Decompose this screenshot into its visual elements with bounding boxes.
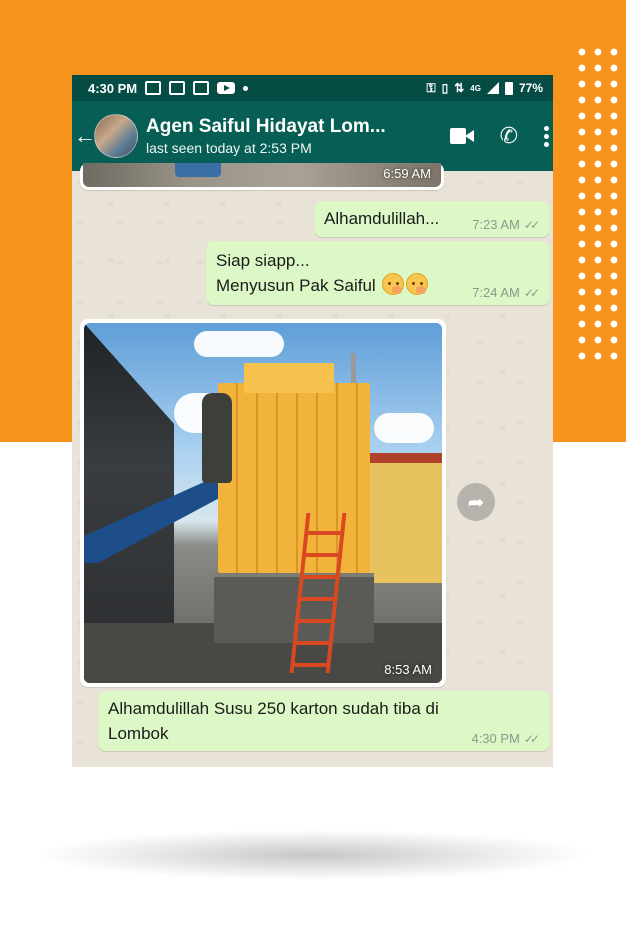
vibrate-icon: ▯: [441, 81, 449, 95]
mosque-notification-icon-2: [193, 81, 210, 95]
chat-screen: 4:30 PM ⚿ ▯ ⇅ 4G 77% ← Agen Saiful Hiday…: [72, 75, 553, 767]
face-with-hand-over-mouth-icon: [406, 273, 429, 295]
message-time: 7:23 AM: [472, 217, 520, 232]
photo-truck-loaded-with-boxes[interactable]: 8:53 AM: [84, 323, 442, 683]
forward-icon[interactable]: ➦: [457, 483, 495, 521]
phone-shadow: [40, 830, 586, 880]
signal-icon: [486, 82, 499, 94]
key-icon: ⚿: [426, 80, 436, 95]
gallery-notification-icon: [145, 81, 162, 95]
message-time: 6:59 AM: [383, 166, 431, 181]
outgoing-message[interactable]: Alhamdulillah... 7:23 AM ✓✓: [314, 201, 550, 237]
image-message[interactable]: 6:59 AM: [80, 163, 444, 190]
voice-call-icon[interactable]: ✆: [500, 125, 518, 147]
message-text: Alhamdulillah...: [324, 209, 440, 228]
message-time: 4:30 PM: [471, 731, 520, 746]
read-receipt-icon: ✓✓: [523, 731, 540, 746]
battery-level: 77%: [518, 81, 543, 95]
image-message[interactable]: 8:53 AM: [80, 319, 446, 687]
read-receipt-icon: ✓✓: [523, 217, 540, 232]
outgoing-message[interactable]: Alhamdulillah Susu 250 karton sudah tiba…: [98, 691, 550, 751]
network-type: 4G: [470, 83, 481, 93]
face-with-hand-over-mouth-icon: [382, 273, 405, 295]
message-text-line: Siap siapp...: [216, 251, 310, 270]
status-time: 4:30 PM: [88, 80, 138, 96]
message-time: 8:53 AM: [384, 662, 432, 677]
contact-info[interactable]: Agen Saiful Hidayat Lom... last seen tod…: [146, 115, 408, 157]
chat-header: ← Agen Saiful Hidayat Lom... last seen t…: [72, 101, 553, 171]
image-thumbnail[interactable]: 6:59 AM: [83, 163, 441, 187]
contact-name: Agen Saiful Hidayat Lom...: [146, 116, 386, 137]
message-text-line: Menyusun Pak Saiful: [216, 276, 376, 295]
mosque-notification-icon: [169, 81, 186, 95]
youtube-icon: [217, 82, 236, 94]
outgoing-message[interactable]: Siap siapp... Menyusun Pak Saiful 7:24 A…: [206, 241, 550, 305]
more-options-icon[interactable]: [544, 125, 549, 147]
data-arrows-icon: ⇅: [454, 81, 465, 95]
decorative-dot-grid: [574, 44, 622, 366]
last-seen: last seen today at 2:53 PM: [146, 140, 312, 156]
contact-avatar[interactable]: [94, 114, 138, 158]
video-call-icon[interactable]: [449, 128, 474, 144]
read-receipt-icon: ✓✓: [523, 285, 540, 300]
message-text-line: Lombok: [108, 724, 169, 743]
status-bar: 4:30 PM ⚿ ▯ ⇅ 4G 77%: [72, 75, 553, 101]
chat-bottom-edge: [72, 759, 553, 767]
message-time: 7:24 AM: [472, 285, 520, 300]
message-text-line: Alhamdulillah Susu 250 karton sudah tiba…: [108, 699, 439, 718]
more-notifications-dot-icon: [243, 85, 249, 91]
battery-icon: [504, 81, 513, 95]
